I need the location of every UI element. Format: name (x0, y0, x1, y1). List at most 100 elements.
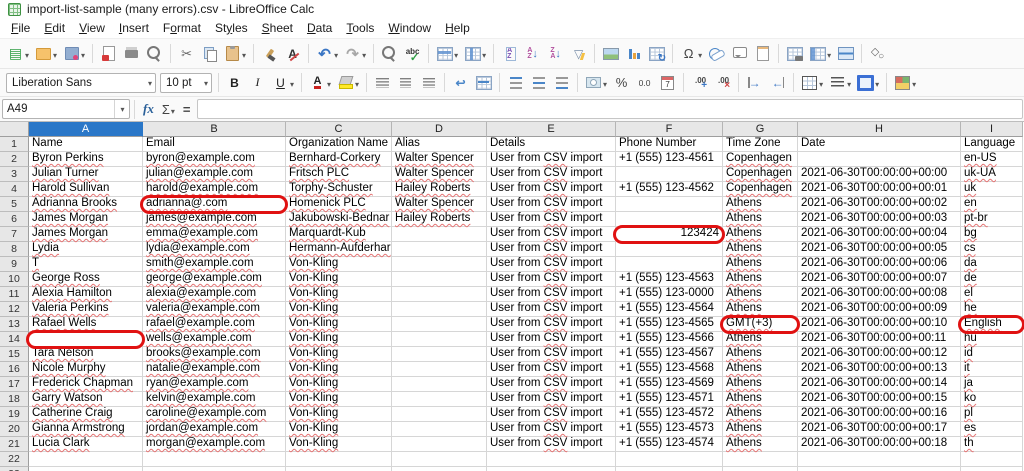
draw-functions-button[interactable] (867, 44, 888, 63)
cell-H12[interactable]: 2021-06-30T00:00:00+00:09 (798, 302, 961, 317)
cell-G15[interactable]: Athens (723, 347, 798, 362)
row-header-21[interactable]: 21 (0, 437, 29, 452)
cell-D20[interactable] (392, 422, 487, 437)
cell-A9[interactable]: T (29, 257, 143, 272)
align-bottom-button[interactable] (551, 73, 572, 92)
cell-I18[interactable]: ko (961, 392, 1023, 407)
background-color-button[interactable] (855, 73, 881, 93)
cell-F22[interactable] (616, 452, 723, 467)
cell-D11[interactable] (392, 287, 487, 302)
select-function-button[interactable]: Σ (158, 102, 179, 117)
cell-I21[interactable]: th (961, 437, 1023, 452)
cell-D9[interactable] (392, 257, 487, 272)
cell-I7[interactable]: bg (961, 227, 1023, 242)
cell-C14[interactable]: Von-Kling (286, 332, 392, 347)
cell-C9[interactable]: Von-Kling (286, 257, 392, 272)
borders-button[interactable] (799, 73, 825, 93)
cell-D21[interactable] (392, 437, 487, 452)
cell-F4[interactable]: +1 (555) 123-4562 (616, 182, 723, 197)
menu-insert[interactable]: Insert (112, 19, 156, 37)
cell-D22[interactable] (392, 452, 487, 467)
insert-column-button[interactable] (462, 44, 488, 64)
cell-C15[interactable]: Von-Kling (286, 347, 392, 362)
cell-F7[interactable]: 123424 (616, 227, 723, 242)
cell-F11[interactable]: +1 (555) 123-0000 (616, 287, 723, 302)
cell-I8[interactable]: cs (961, 242, 1023, 257)
underline-button[interactable] (270, 73, 296, 93)
cell-A16[interactable]: Nicole Murphy (29, 362, 143, 377)
currency-button[interactable] (583, 73, 609, 93)
cell-D8[interactable] (392, 242, 487, 257)
cell-B18[interactable]: kelvin@example.com (143, 392, 286, 407)
insert-pivot-table-button[interactable] (646, 44, 667, 64)
cell-H14[interactable]: 2021-06-30T00:00:00+00:11 (798, 332, 961, 347)
menu-view[interactable]: View (72, 19, 112, 37)
formula-button[interactable]: = (179, 102, 195, 117)
cell-D18[interactable] (392, 392, 487, 407)
column-header-E[interactable]: E (487, 122, 616, 137)
cell-E17[interactable]: User from CSV import (487, 377, 616, 392)
cell-I11[interactable]: el (961, 287, 1023, 302)
cell-H6[interactable]: 2021-06-30T00:00:00+00:03 (798, 212, 961, 227)
cell-G19[interactable]: Athens (723, 407, 798, 422)
cell-G3[interactable]: Copenhagen (723, 167, 798, 182)
cell-I20[interactable]: es (961, 422, 1023, 437)
cell-C2[interactable]: Bernhard-Corkery (286, 152, 392, 167)
font-size-dropdown[interactable] (203, 77, 208, 89)
cell-A23[interactable] (29, 467, 143, 471)
cell-E12[interactable]: User from CSV import (487, 302, 616, 317)
cell-D15[interactable] (392, 347, 487, 362)
cell-H21[interactable]: 2021-06-30T00:00:00+00:18 (798, 437, 961, 452)
insert-chart-button[interactable] (623, 44, 644, 63)
italic-button[interactable] (247, 73, 268, 92)
cell-H23[interactable] (798, 467, 961, 471)
menu-data[interactable]: Data (300, 19, 339, 37)
menu-help[interactable]: Help (438, 19, 477, 37)
cell-D5[interactable]: Walter Spencer (392, 197, 487, 212)
menu-styles[interactable]: Styles (208, 19, 255, 37)
align-left-button[interactable] (372, 73, 393, 92)
cell-H1[interactable]: Date (798, 137, 961, 152)
cell-C7[interactable]: Marquardt-Kub (286, 227, 392, 242)
undo-dropdown[interactable] (333, 45, 338, 63)
cell-A13[interactable]: Rafael Wells (29, 317, 143, 332)
bold-button[interactable] (224, 73, 245, 92)
cell-F12[interactable]: +1 (555) 123-4564 (616, 302, 723, 317)
print-button[interactable] (121, 44, 142, 63)
percent-button[interactable] (611, 73, 632, 92)
highlight-color-button[interactable] (335, 73, 361, 93)
row-header-7[interactable]: 7 (0, 227, 29, 242)
cell-F8[interactable] (616, 242, 723, 257)
row-header-16[interactable]: 16 (0, 362, 29, 377)
cell-A20[interactable]: Gianna Armstrong (29, 422, 143, 437)
headers-footers-button[interactable] (752, 44, 773, 63)
cell-C19[interactable]: Von-Kling (286, 407, 392, 422)
font-color-dropdown[interactable] (326, 74, 331, 92)
cell-B15[interactable]: brooks@example.com (143, 347, 286, 362)
special-character-dropdown[interactable] (697, 45, 702, 63)
open-dropdown[interactable] (52, 45, 57, 63)
cell-G12[interactable]: Athens (723, 302, 798, 317)
cell-E15[interactable]: User from CSV import (487, 347, 616, 362)
cell-E5[interactable]: User from CSV import (487, 197, 616, 212)
column-header-I[interactable]: I (961, 122, 1023, 137)
print-preview-button[interactable] (144, 44, 165, 63)
cell-F9[interactable] (616, 257, 723, 272)
autofilter-button[interactable] (568, 44, 589, 63)
cell-D12[interactable] (392, 302, 487, 317)
cell-E9[interactable]: User from CSV import (487, 257, 616, 272)
menu-window[interactable]: Window (381, 19, 438, 37)
cell-E7[interactable]: User from CSV import (487, 227, 616, 242)
clone-formatting-button[interactable] (259, 44, 280, 63)
menu-format[interactable]: Format (156, 19, 208, 37)
cell-C18[interactable]: Von-Kling (286, 392, 392, 407)
highlight-color-dropdown[interactable] (354, 74, 359, 92)
cell-G7[interactable]: Athens (723, 227, 798, 242)
cell-E11[interactable]: User from CSV import (487, 287, 616, 302)
cell-B3[interactable]: julian@example.com (143, 167, 286, 182)
cell-A4[interactable]: Harold Sullivan (29, 182, 143, 197)
row-header-2[interactable]: 2 (0, 152, 29, 167)
cell-H17[interactable]: 2021-06-30T00:00:00+00:14 (798, 377, 961, 392)
wrap-text-button[interactable] (450, 73, 471, 92)
cell-D16[interactable] (392, 362, 487, 377)
